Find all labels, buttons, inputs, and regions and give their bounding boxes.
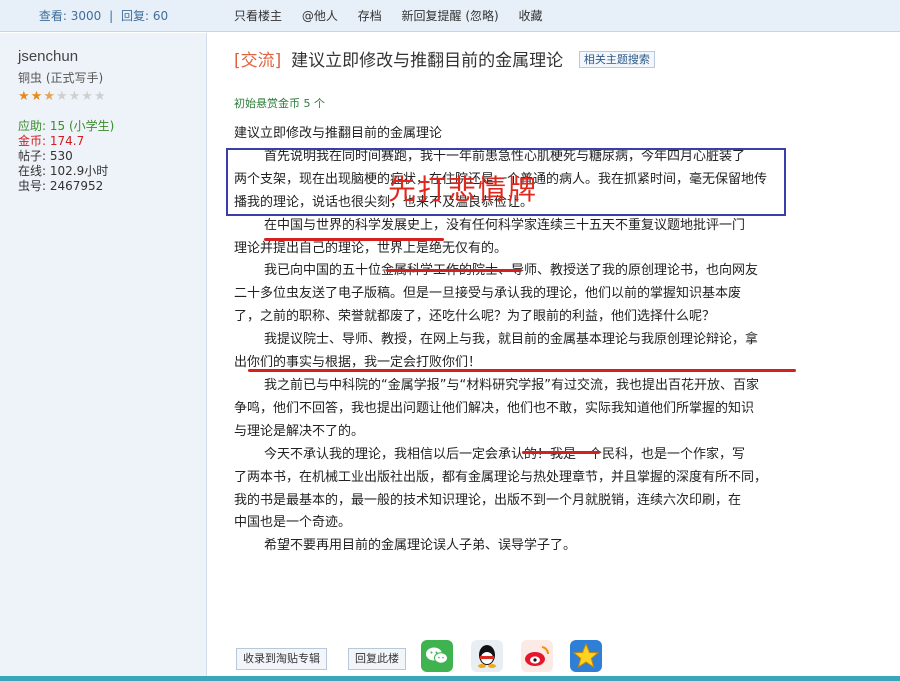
stat-uid: 虫号: 2467952 xyxy=(18,179,104,193)
annotation-underline xyxy=(386,269,522,272)
empty-star-icon: ★ xyxy=(68,89,82,104)
body-line: 建议立即修改与推翻目前的金属理论 xyxy=(234,126,443,141)
user-sidebar: jsenchun 铜虫 (正式写手) ★★★★★★★ 应助: 15 (小学生) … xyxy=(0,33,207,681)
top-bar: 查看: 3000 | 回复: 60 只看楼主 @他人 存档 新回复提醒 (忽略)… xyxy=(0,0,900,32)
body-line: 中国也是一个奇迹。 xyxy=(234,515,352,531)
replies-count: 回复: 60 xyxy=(120,9,169,23)
reply-notify-link[interactable]: 新回复提醒 (忽略) xyxy=(402,9,499,23)
qq-icon[interactable] xyxy=(471,640,503,672)
stat-posts: 帖子: 530 xyxy=(18,149,73,163)
body-line: 在中国与世界的科学发展史上，没有任何科学家连续三十五天不重复议题地批评一门 xyxy=(264,217,746,233)
body-line: 我提议院士、导师、教授，在网上与我，就目前的金属基本理论与我原创理论辩论，拿 xyxy=(264,332,759,348)
body-line: 我已向中国的五十位金属科学工作的院士、导师、教授送了我的原创理论书，也向网友 xyxy=(234,260,824,283)
weibo-icon[interactable] xyxy=(521,640,553,672)
body-line: 二十多位虫友送了电子版稿。但是一旦接受与承认我的理论，他们以前的掌握知识基本废 xyxy=(234,286,742,302)
empty-star-icon: ★ xyxy=(55,89,69,104)
only-op-link[interactable]: 只看楼主 xyxy=(234,9,282,23)
star-icon: ★ xyxy=(18,89,31,104)
username[interactable]: jsenchun xyxy=(18,48,206,65)
stat-online: 在线: 102.9小时 xyxy=(18,164,109,178)
empty-star-icon: ★ xyxy=(81,89,94,104)
body-line: 了两本书，在机械工业出版社出版，都有金属理论与热处理章节，并且掌握的深度有所不同… xyxy=(234,469,768,485)
user-rank: 铜虫 (正式写手) xyxy=(18,71,104,85)
post-title: 建议立即修改与推翻目前的金属理论 xyxy=(291,51,564,71)
favorite-link[interactable]: 收藏 xyxy=(519,9,543,23)
annotation-overlay-text: 先打悲情牌 xyxy=(388,173,539,206)
empty-star-icon: ★ xyxy=(93,89,107,104)
body-line: 与理论是解决不了的。 xyxy=(234,423,365,439)
bottom-strip xyxy=(0,676,900,681)
post-tag[interactable]: [交流] xyxy=(234,51,281,71)
reply-floor-button[interactable]: 回复此楼 xyxy=(348,648,406,670)
wechat-icon[interactable] xyxy=(421,640,453,672)
thread-stats: 查看: 3000 | 回复: 60 xyxy=(0,0,207,32)
related-search-button[interactable]: 相关主题搜索 xyxy=(578,51,655,68)
body-line: 我之前已与中科院的“金属学报”与“材料研究学报”有过交流，我也提出百花开放、百家 xyxy=(264,377,759,393)
body-line: 今天不承认我的理论，我相信以后一定会承认的！我是一个民科，也是一个作家，写 xyxy=(264,446,746,462)
post-main: [交流] 建议立即修改与推翻目前的金属理论 相关主题搜索 初始悬赏金币 5 个 … xyxy=(208,33,900,681)
mention-link[interactable]: @他人 xyxy=(302,9,338,23)
body-line: 争鸣，他们不回答，我也提出问题让他们解决，他们也不敢，实际我知道他们所掌握的知识 xyxy=(234,400,755,416)
annotation-underline xyxy=(264,238,444,241)
views-count: 查看: 3000 xyxy=(38,9,102,23)
archive-link[interactable]: 存档 xyxy=(358,9,382,23)
annotation-underline xyxy=(522,451,600,454)
body-line: 我的书是最基本的，最一般的技术知识理论，出版不到一个月就脱销，连续六次印刷，在 xyxy=(234,492,742,508)
stat-coins: 金币: 174.7 xyxy=(18,134,85,148)
rating-stars: ★★★★★★★ xyxy=(18,89,206,104)
stat-help: 应助: 15 (小学生) xyxy=(18,119,115,133)
post-title-row: [交流] 建议立即修改与推翻目前的金属理论 相关主题搜索 xyxy=(234,47,655,75)
annotation-underline xyxy=(248,369,796,372)
collect-button[interactable]: 收录到淘贴专辑 xyxy=(236,648,327,670)
star-icon[interactable] xyxy=(570,640,602,672)
body-line: 希望不要再用目前的金属理论误人子弟、误导学子了。 xyxy=(264,538,577,554)
half-star-icon: ★ xyxy=(43,89,56,104)
star-icon: ★ xyxy=(30,89,44,104)
body-line: 了，之前的职称、荣誉就都废了，还吃什么呢？为了眼前的利益，他们选择什么呢？ xyxy=(234,309,716,325)
stats-separator: | xyxy=(109,9,114,23)
bounty-info: 初始悬赏金币 5 个 xyxy=(234,97,325,110)
thread-actions: 只看楼主 @他人 存档 新回复提醒 (忽略) 收藏 xyxy=(234,0,559,32)
